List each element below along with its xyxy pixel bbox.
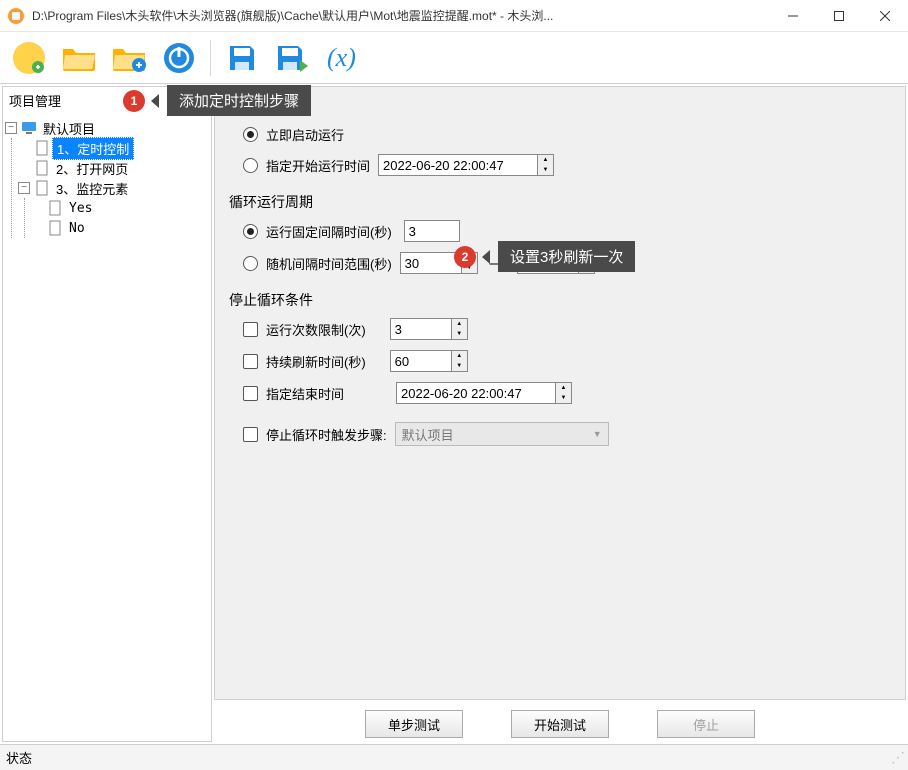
fixed-interval-label: 运行固定间隔时间(秒) [266,222,392,241]
annotation-badge: 2 [454,246,476,268]
limit-count-spinner[interactable]: ▲▼ [390,318,468,340]
minimize-button[interactable] [770,0,816,32]
statusbar: 状态 ⋰ [0,744,908,770]
close-button[interactable] [862,0,908,32]
start-now-label: 立即启动运行 [266,125,344,144]
group-title: 启动时间 [229,97,883,117]
start-now-radio[interactable] [243,127,258,142]
limit-count-check[interactable] [243,322,258,337]
end-time-spinner[interactable]: ▲▼ [396,382,572,404]
spin-down-icon[interactable]: ▼ [452,361,467,371]
tree-subitem-no[interactable]: No [31,218,209,238]
page-icon [34,180,50,196]
toolbar-save-as-button[interactable] [269,35,315,81]
tree-item-label: 1、定时控制 [52,137,134,160]
toolbar-save-button[interactable] [219,35,265,81]
random-interval-label: 随机间隔时间范围(秒) [266,254,392,273]
refresh-duration-label: 持续刷新时间(秒) [266,352,366,371]
tree-item-label: 2、打开网页 [52,158,132,179]
toolbar-open-button[interactable] [56,35,102,81]
start-time-group: 启动时间 立即启动运行 指定开始运行时间 ▲▼ [229,97,883,176]
end-time-input[interactable] [396,382,556,404]
monitor-icon [21,120,37,136]
random-interval-radio[interactable] [243,256,258,271]
stop-button[interactable]: 停止 [657,710,755,738]
tree-root[interactable]: − 默认项目 [5,118,209,138]
fixed-interval-input[interactable] [404,220,460,242]
fixed-interval-radio[interactable] [243,224,258,239]
fixed-interval-spinner[interactable] [404,220,460,242]
sidebar: 项目管理 − 默认项目 1、定时控制 [2,86,212,742]
page-icon [34,160,50,176]
end-time-check[interactable] [243,386,258,401]
annotation-badge: 1 [123,90,145,112]
annotation-1: 1 添加定时控制步骤 [123,85,311,116]
collapse-icon[interactable]: − [18,182,30,194]
limit-count-label: 运行次数限制(次) [266,320,366,339]
trigger-step-combo[interactable]: 默认项目 ▼ [395,422,609,446]
collapse-icon[interactable]: − [5,122,17,134]
titlebar: D:\Program Files\木头软件\木头浏览器(旗舰版)\Cache\默… [0,0,908,32]
maximize-button[interactable] [816,0,862,32]
refresh-duration-check[interactable] [243,354,258,369]
annotation-arrow-icon [482,250,490,264]
annotation-arrow-icon [151,94,159,108]
toolbar-add-folder-button[interactable] [106,35,152,81]
page-icon [47,200,63,216]
tree-item-3[interactable]: − 3、监控元素 [18,178,209,198]
spin-down-icon[interactable]: ▼ [556,393,571,403]
button-row: 单步测试 开始测试 停止 [214,700,906,742]
start-at-input[interactable] [378,154,538,176]
random-min-input[interactable] [400,252,462,274]
tree-subitem-yes[interactable]: Yes [31,198,209,218]
trigger-step-label: 停止循环时触发步骤: [266,425,387,444]
project-tree[interactable]: − 默认项目 1、定时控制 2、打开网页 [3,114,211,741]
limit-count-input[interactable] [390,318,452,340]
spin-down-icon[interactable]: ▼ [452,329,467,339]
spin-up-icon[interactable]: ▲ [538,155,553,165]
refresh-duration-input[interactable] [390,350,452,372]
group-title: 循环运行周期 [229,192,883,212]
tree-item-2[interactable]: 2、打开网页 [18,158,209,178]
start-test-button[interactable]: 开始测试 [511,710,609,738]
chevron-down-icon: ▼ [593,429,602,439]
toolbar-power-button[interactable] [156,35,202,81]
tree-root-label: 默认项目 [39,118,99,139]
stop-group: 停止循环条件 运行次数限制(次) ▲▼ 持续刷新时间(秒) ▲▼ [229,290,883,446]
tree-item-label: 3、监控元素 [52,178,132,199]
tree-item-1[interactable]: 1、定时控制 [18,138,209,158]
main-area: 项目管理 − 默认项目 1、定时控制 [0,84,908,744]
group-title: 停止循环条件 [229,290,883,310]
status-label: 状态 [6,748,32,767]
refresh-duration-spinner[interactable]: ▲▼ [390,350,468,372]
start-at-label: 指定开始运行时间 [266,156,370,175]
toolbar: (x) [0,32,908,84]
window-title: D:\Program Files\木头软件\木头浏览器(旗舰版)\Cache\默… [32,7,770,24]
page-icon [47,220,63,236]
tree-item-label: Yes [65,200,96,217]
app-icon [6,6,26,26]
start-at-radio[interactable] [243,158,258,173]
resize-grip-icon[interactable]: ⋰ [891,749,902,766]
trigger-step-check[interactable] [243,427,258,442]
tree-item-label: No [65,220,89,237]
spin-up-icon[interactable]: ▲ [452,319,467,329]
start-at-datetime[interactable]: ▲▼ [378,154,554,176]
annotation-2: 2 设置3秒刷新一次 [454,241,635,272]
right-panel: 启动时间 立即启动运行 指定开始运行时间 ▲▼ 循环运行周期 [214,86,906,742]
annotation-tip: 设置3秒刷新一次 [498,241,635,272]
end-time-label: 指定结束时间 [266,384,344,403]
spin-down-icon[interactable]: ▼ [538,165,553,175]
trigger-step-value: 默认项目 [402,425,454,444]
toolbar-separator [210,40,211,76]
annotation-tip: 添加定时控制步骤 [167,85,311,116]
toolbar-variable-button[interactable]: (x) [319,43,364,73]
spin-up-icon[interactable]: ▲ [452,351,467,361]
spin-up-icon[interactable]: ▲ [556,383,571,393]
toolbar-new-button[interactable] [6,35,52,81]
step-test-button[interactable]: 单步测试 [365,710,463,738]
page-icon [34,140,50,156]
